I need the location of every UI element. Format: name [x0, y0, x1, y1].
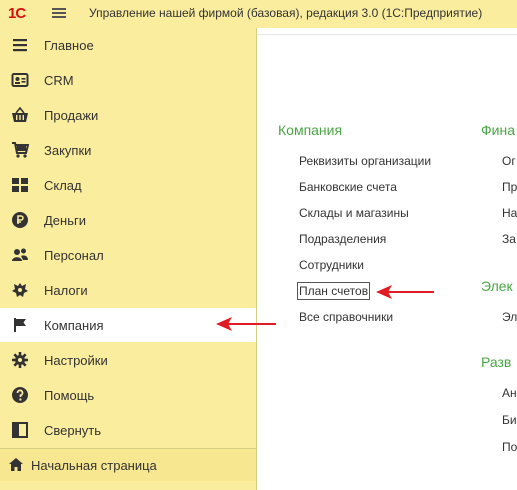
- people-icon: [12, 248, 28, 261]
- sidebar-item-label: Настройки: [44, 353, 108, 368]
- sidebar-item-sales[interactable]: Продажи: [0, 98, 256, 132]
- crm-card-icon: [11, 73, 29, 87]
- link-development-1[interactable]: Ан: [502, 386, 517, 400]
- sidebar-item-label: CRM: [44, 73, 74, 88]
- sidebar-item-warehouse[interactable]: Склад: [0, 168, 256, 202]
- home-icon: [9, 458, 23, 471]
- link-electronic-1[interactable]: Эл: [502, 310, 517, 324]
- section-title-company: Компания: [278, 122, 343, 138]
- sidebar-item-label: Закупки: [44, 143, 92, 158]
- section-content: Компания Реквизиты организации Банковски…: [257, 28, 517, 490]
- emblem-icon: [12, 283, 28, 297]
- sidebar-item-money[interactable]: Деньги: [0, 203, 256, 237]
- link-warehouses-stores[interactable]: Склады и магазины: [299, 206, 409, 220]
- section-title-electronic: Элек: [481, 278, 513, 294]
- gear-icon: [12, 352, 28, 368]
- sidebar-item-purchases[interactable]: Закупки: [0, 133, 256, 167]
- link-development-3[interactable]: По: [502, 440, 517, 454]
- sidebar-item-label: Компания: [44, 318, 104, 333]
- sidebar-item-label: Склад: [44, 178, 82, 193]
- sidebar-item-main[interactable]: Главное: [0, 28, 256, 62]
- title-bar: 1С Управление нашей фирмой (базовая), ре…: [0, 0, 517, 29]
- sidebar-item-label: Персонал: [44, 248, 104, 263]
- content-top-divider: [257, 28, 517, 35]
- sidebar-item-taxes[interactable]: Налоги: [0, 273, 256, 307]
- link-finance-4[interactable]: За: [502, 232, 516, 246]
- link-finance-3[interactable]: На: [502, 206, 517, 220]
- sidebar-item-label: Свернуть: [44, 423, 102, 438]
- sidebar-item-label: Помощь: [44, 388, 95, 403]
- sidebar-item-settings[interactable]: Настройки: [0, 343, 256, 377]
- arrow-to-company-icon: [216, 317, 276, 331]
- ruble-coin-icon: [12, 212, 28, 228]
- flag-icon: [14, 318, 26, 332]
- sidebar-item-personnel[interactable]: Персонал: [0, 238, 256, 272]
- basket-icon: [12, 106, 28, 122]
- sidebar-item-label: Деньги: [44, 213, 86, 228]
- sidebar-item-collapse[interactable]: Свернуть: [0, 413, 256, 447]
- menu-lines-icon: [13, 39, 27, 52]
- sidebar-item-crm[interactable]: CRM: [0, 63, 256, 97]
- question-icon: [12, 387, 28, 403]
- sidebar-item-help[interactable]: Помощь: [0, 378, 256, 412]
- link-finance-2[interactable]: Пр: [502, 180, 517, 194]
- app-logo[interactable]: 1С: [8, 5, 26, 22]
- sidebar-item-label: Налоги: [44, 283, 88, 298]
- link-organization-details[interactable]: Реквизиты организации: [299, 154, 431, 168]
- section-title-development: Разв: [481, 354, 512, 370]
- sidebar-item-label: Главное: [44, 38, 94, 53]
- link-development-2[interactable]: Би: [502, 413, 517, 427]
- link-departments[interactable]: Подразделения: [299, 232, 386, 246]
- link-chart-of-accounts[interactable]: План счетов: [296, 282, 371, 300]
- link-finance-1[interactable]: Ог: [502, 154, 516, 168]
- start-page-label: Начальная страница: [31, 458, 157, 473]
- sections-panel: Главное CRM Продажи Закупки Склад Деньги…: [0, 28, 257, 490]
- window-title: Управление нашей фирмой (базовая), редак…: [89, 6, 483, 20]
- sidebar-item-label: Продажи: [44, 108, 99, 123]
- cart-icon: [12, 142, 29, 158]
- link-employees[interactable]: Сотрудники: [299, 258, 364, 272]
- arrow-to-chart-of-accounts-icon: [376, 285, 434, 299]
- section-title-finance: Фина: [481, 122, 515, 138]
- start-page-link[interactable]: Начальная страница: [0, 448, 256, 481]
- link-all-catalogs[interactable]: Все справочники: [299, 310, 393, 324]
- collapse-panel-icon: [12, 422, 28, 438]
- hamburger-menu-icon[interactable]: [52, 8, 66, 18]
- warehouse-grid-icon: [12, 178, 28, 192]
- link-bank-accounts[interactable]: Банковские счета: [299, 180, 397, 194]
